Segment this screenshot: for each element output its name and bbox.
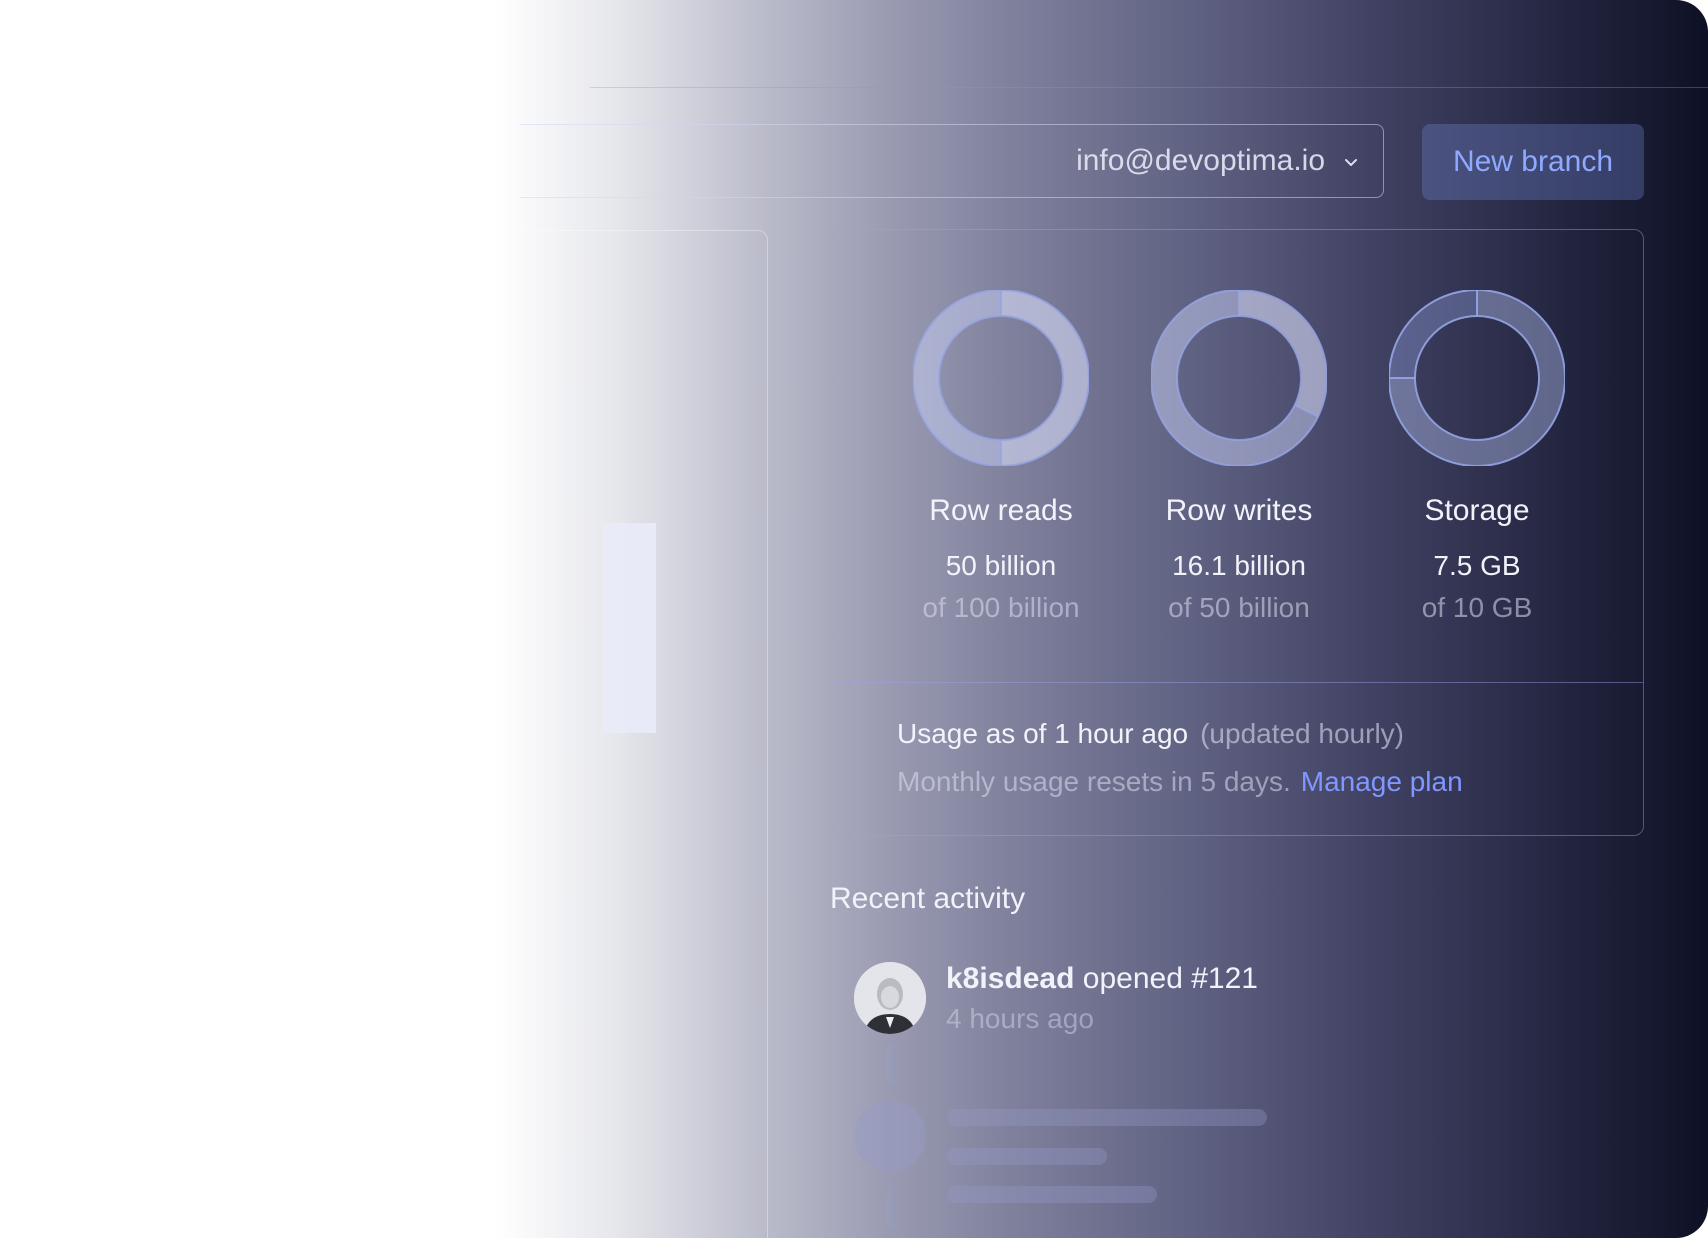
usage-status: Usage as of 1 hour ago (updated hourly) xyxy=(897,718,1404,750)
chevron-down-icon xyxy=(1345,159,1357,166)
app-window: info@devoptima.io New branch Row reads 5… xyxy=(0,0,1708,1238)
placeholder-avatar xyxy=(854,1100,926,1172)
placeholder-line xyxy=(947,1148,1107,1165)
row-writes-gauge xyxy=(1151,290,1327,466)
activity-user[interactable]: k8isdead xyxy=(946,962,1074,995)
row-reads-gauge xyxy=(913,290,1089,466)
metric-title: Storage xyxy=(1424,494,1530,527)
activity-text: k8isdead opened #121 xyxy=(946,962,1258,996)
avatar[interactable] xyxy=(854,962,926,1034)
account-email: info@devoptima.io xyxy=(1076,144,1325,177)
account-select[interactable]: info@devoptima.io xyxy=(520,124,1384,198)
new-branch-button[interactable]: New branch xyxy=(1422,124,1644,200)
metric-limit: of 100 billion xyxy=(922,592,1080,623)
usage-reset-text: Monthly usage resets in 5 days. xyxy=(897,766,1291,797)
manage-plan-link[interactable]: Manage plan xyxy=(1301,766,1463,797)
metric-storage: Storage 7.5 GB of 10 GB xyxy=(1347,290,1607,624)
metric-value: 7.5 GB xyxy=(1433,550,1521,581)
usage-divider xyxy=(834,682,1643,683)
metric-title: Row writes xyxy=(1165,494,1313,527)
metric-value: 50 billion xyxy=(945,550,1057,581)
storage-gauge xyxy=(1389,290,1565,466)
metric-limit: of 10 GB xyxy=(1421,592,1533,623)
metric-title: Row reads xyxy=(929,494,1073,527)
timeline-connector xyxy=(887,1190,893,1230)
activity-action: opened #121 xyxy=(1082,962,1258,995)
header-divider xyxy=(590,87,1708,88)
metric-row-writes: Row writes 16.1 billion of 50 billion xyxy=(1109,290,1369,624)
sidebar-panel xyxy=(520,230,768,1238)
recent-activity-title: Recent activity xyxy=(830,882,1026,915)
activity-time: 4 hours ago xyxy=(946,1003,1094,1034)
placeholder-line xyxy=(947,1186,1157,1203)
user-avatar-icon xyxy=(854,962,926,1034)
usage-reset: Monthly usage resets in 5 days. Manage pl… xyxy=(897,766,1463,798)
metric-value: 16.1 billion xyxy=(1172,550,1306,581)
metric-row-reads: Row reads 50 billion of 100 billion xyxy=(871,290,1131,624)
timeline-connector xyxy=(887,1044,893,1086)
metric-limit: of 50 billion xyxy=(1168,592,1310,623)
usage-status-text: Usage as of 1 hour ago xyxy=(897,718,1189,749)
placeholder-line xyxy=(947,1109,1267,1126)
usage-card: Row reads 50 billion of 100 billion Row … xyxy=(833,229,1644,836)
sidebar-active-indicator xyxy=(603,523,656,733)
usage-status-note: (updated hourly) xyxy=(1200,718,1404,749)
